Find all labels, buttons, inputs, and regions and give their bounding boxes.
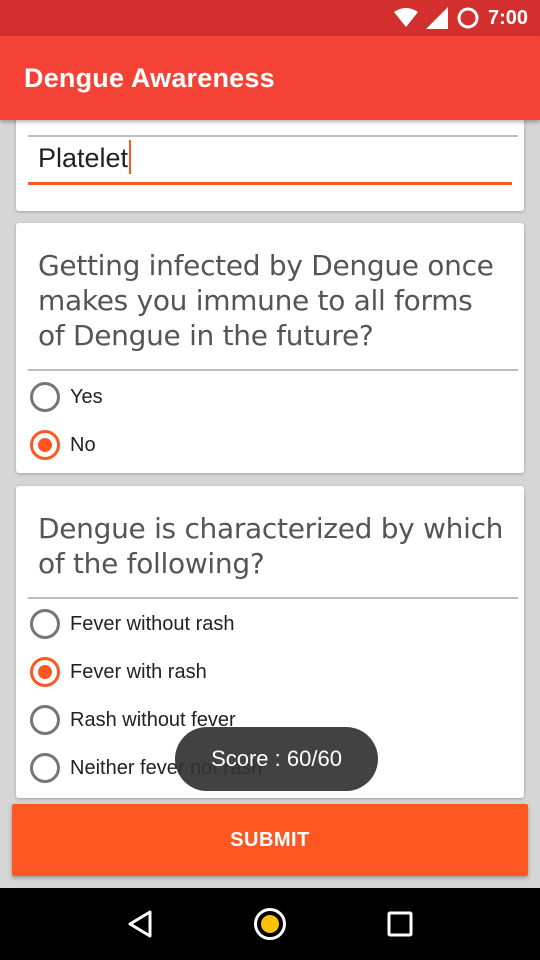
option-label: Yes (70, 385, 103, 408)
option-label: Fever without rash (70, 612, 235, 635)
radio-unchecked-icon[interactable] (30, 609, 60, 639)
status-time: 7:00 (487, 6, 528, 29)
radio-unchecked-icon[interactable] (30, 382, 60, 412)
option-yes[interactable]: Yes (30, 377, 103, 417)
status-bar: 7:00 (0, 0, 540, 36)
app-bar: Dengue Awareness (0, 36, 540, 120)
app-title: Dengue Awareness (24, 62, 275, 93)
radio-unchecked-icon[interactable] (30, 753, 60, 783)
submit-button[interactable]: SUBMIT (12, 804, 528, 876)
answer-card: Platelet (16, 120, 524, 211)
option-fever-without-rash[interactable]: Fever without rash (30, 604, 235, 644)
home-icon[interactable] (246, 900, 294, 948)
nav-bar (0, 888, 540, 960)
option-label: No (70, 433, 96, 456)
battery-icon (456, 6, 480, 30)
question-text: Getting infected by Dengue once makes yo… (38, 249, 494, 352)
wifi-icon (393, 8, 418, 28)
back-icon[interactable] (116, 900, 164, 948)
radio-checked-icon[interactable] (30, 430, 60, 460)
answer-input[interactable]: Platelet (28, 137, 512, 185)
radio-checked-icon[interactable] (30, 657, 60, 687)
option-fever-with-rash[interactable]: Fever with rash (30, 652, 207, 692)
answer-input-value: Platelet (38, 143, 129, 173)
option-no[interactable]: No (30, 425, 96, 465)
score-toast: Score : 60/60 (175, 727, 378, 791)
signal-icon (425, 7, 448, 29)
question-card-immunity: Getting infected by Dengue once makes yo… (16, 223, 524, 473)
divider (28, 369, 518, 371)
question-text: Dengue is characterized by which of the … (38, 512, 504, 580)
option-label: Fever with rash (70, 660, 207, 683)
text-cursor (129, 139, 132, 174)
divider (28, 597, 518, 599)
recents-icon[interactable] (376, 900, 424, 948)
radio-unchecked-icon[interactable] (30, 705, 60, 735)
